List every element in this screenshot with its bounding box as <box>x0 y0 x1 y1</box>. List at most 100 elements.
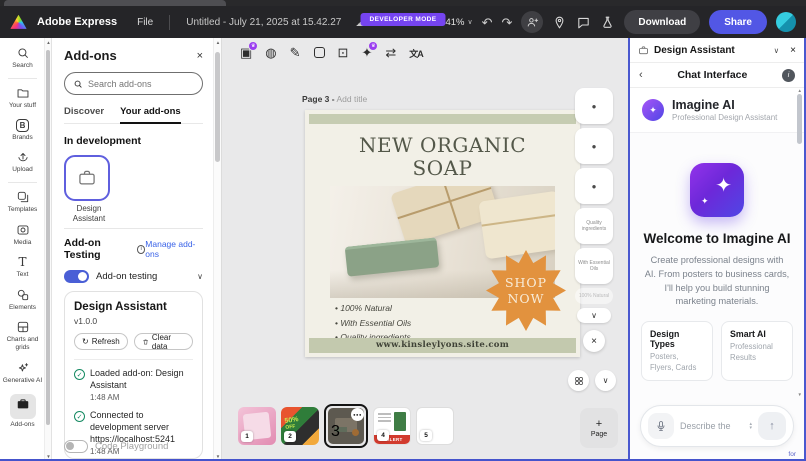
draw-button[interactable]: ✎ <box>290 46 301 59</box>
in-development-heading: In development <box>64 135 142 147</box>
undo-button[interactable]: ↶ <box>482 16 493 29</box>
page-thumbnail-4[interactable]: E ALERT 4 <box>373 407 411 445</box>
beaker-icon[interactable] <box>600 15 615 30</box>
zoom-level: 41% <box>445 16 465 28</box>
bullet-item[interactable]: With Essential Oils <box>335 316 411 331</box>
close-tiles-button[interactable]: × <box>583 330 605 352</box>
file-menu[interactable]: File <box>137 17 153 28</box>
addons-search-input[interactable] <box>88 78 194 89</box>
design-assistant-tile[interactable] <box>64 155 110 201</box>
sidebar-item-add-ons[interactable]: Add-ons <box>0 390 45 434</box>
translate-button[interactable]: 文A <box>409 46 423 59</box>
page-thumbnail-3-selected[interactable]: ●●● 3 <box>324 404 368 448</box>
effects-button[interactable]: ✦ ♛ <box>361 41 379 59</box>
panel-scrollbar[interactable]: ▲ ▼ <box>213 38 221 461</box>
sidebar-item-media[interactable]: Media <box>0 219 45 252</box>
invite-collaborator-button[interactable] <box>521 11 544 33</box>
chat-input-bar[interactable]: ▴ ▾ ↑ <box>640 405 794 447</box>
location-pin-icon[interactable] <box>552 15 567 30</box>
sidebar-item-search[interactable]: Search <box>0 42 45 75</box>
remove-background-button[interactable]: ◍ <box>265 46 276 59</box>
scroll-up-icon[interactable]: ▲ <box>214 40 222 45</box>
footer-link[interactable]: for <box>788 451 796 458</box>
poster-top-band[interactable] <box>309 114 576 124</box>
generate-media-button[interactable]: ▣ ♛ <box>240 41 259 59</box>
sidebar-item-generative-ai[interactable]: Generative AI <box>0 357 45 390</box>
topbar-actions: 41% ∨ ↶ ↷ Download Share <box>445 10 796 34</box>
layer-tile[interactable]: ● <box>575 168 613 204</box>
page-label[interactable]: Page 3 - Add title <box>302 94 367 104</box>
sidebar-item-brands[interactable]: B Brands <box>0 115 45 147</box>
addons-search[interactable] <box>64 72 203 95</box>
sidebar-item-elements[interactable]: Elements <box>0 284 45 317</box>
poster-website-band[interactable]: www.kinsleylyons.site.com <box>309 338 576 353</box>
addon-version: v1.0.0 <box>74 316 98 326</box>
upload-icon <box>17 153 28 162</box>
adobe-express-logo[interactable] <box>10 14 27 29</box>
scrollbar-thumb[interactable] <box>215 52 220 162</box>
resize-stepper[interactable]: ▴ ▾ <box>749 421 752 431</box>
close-panel-button[interactable]: × <box>197 50 203 62</box>
pages-bar: 1 50% OFF 2 ●●● 3 E ALERT 4 5 <box>238 404 454 448</box>
sidebar-item-text[interactable]: T Text <box>0 252 45 284</box>
addon-testing-toggle[interactable] <box>64 270 89 283</box>
feature-card-design-types[interactable]: Design Types Posters, Flyers, Cards <box>641 321 713 382</box>
layer-tile[interactable]: ● <box>575 88 613 124</box>
share-button[interactable]: Share <box>709 10 767 34</box>
info-icon[interactable]: i <box>136 244 146 254</box>
sidebar-item-your-stuff[interactable]: Your stuff <box>0 82 45 115</box>
refresh-button[interactable]: ↻ Refresh <box>74 333 128 350</box>
insert-image-button[interactable]: ⊡ <box>338 46 349 59</box>
page-thumbnail-5[interactable]: 5 <box>416 407 454 445</box>
scroll-up-icon[interactable]: ▲ <box>45 40 52 45</box>
zoom-control[interactable]: 41% ∨ <box>445 17 472 28</box>
layer-tile[interactable]: ● <box>575 128 613 164</box>
sidebar-item-upload[interactable]: Upload <box>0 146 45 179</box>
clear-data-button[interactable]: Clear data <box>133 333 193 351</box>
feature-card-smart-ai[interactable]: Smart AI Professional Results <box>721 321 793 382</box>
add-ons-panel: Add-ons × Discover Your add-ons In devel… <box>52 38 222 461</box>
manage-add-ons-link[interactable]: Manage add-ons <box>145 239 203 259</box>
chevron-down-icon[interactable]: ∨ <box>197 272 203 281</box>
bullet-item[interactable]: 100% Natural <box>335 301 411 316</box>
code-playground-toggle[interactable] <box>64 440 88 453</box>
comment-icon[interactable] <box>576 15 591 30</box>
scroll-down-icon[interactable]: ▼ <box>798 392 802 397</box>
tab-discover[interactable]: Discover <box>64 106 104 117</box>
download-button[interactable]: Download <box>624 10 701 34</box>
layer-tile[interactable]: 100% Natural <box>575 288 613 304</box>
microphone-button[interactable] <box>648 413 674 439</box>
poster-title[interactable]: NEW ORGANIC SOAP <box>305 133 580 180</box>
design-assistant-tile-label: Design Assistant <box>72 204 106 223</box>
info-badge[interactable]: i <box>782 68 795 82</box>
user-avatar[interactable] <box>776 12 796 32</box>
shape-button[interactable] <box>313 47 325 58</box>
close-assistant-button[interactable]: × <box>790 45 796 56</box>
layer-tile[interactable]: Quality ingredients <box>575 208 613 244</box>
page-thumbnail-2[interactable]: 50% OFF 2 <box>281 407 319 445</box>
scrollbar-thumb[interactable] <box>46 50 50 425</box>
redo-button[interactable]: ↷ <box>502 16 513 29</box>
grid-view-button[interactable] <box>568 370 589 391</box>
resize-button[interactable]: ⇄ <box>385 46 396 59</box>
document-title[interactable]: Untitled - July 21, 2025 at 15.42.27 <box>186 17 341 28</box>
scroll-up-icon[interactable]: ▲ <box>798 88 802 93</box>
rail-scrollbar[interactable]: ▲ ▼ <box>44 38 51 461</box>
tab-your-add-ons[interactable]: Your add-ons <box>120 106 181 124</box>
send-button[interactable]: ↑ <box>758 412 786 440</box>
chat-message-input[interactable] <box>680 421 744 431</box>
scrollbar-thumb[interactable] <box>797 94 802 144</box>
artboard-page-3[interactable]: NEW ORGANIC SOAP SHOP NOW 100% Natural W… <box>305 110 580 357</box>
collapse-pages-button[interactable]: ∨ <box>595 370 616 391</box>
add-page-button[interactable]: + Page <box>580 408 618 448</box>
sidebar-item-charts-grids[interactable]: Charts and grids <box>0 316 45 357</box>
page-thumbnail-1[interactable]: 1 <box>238 407 276 445</box>
expand-tiles-button[interactable]: ∨ <box>577 308 611 323</box>
layer-tile[interactable]: With Essential Oils <box>575 248 613 284</box>
collapse-panel-button[interactable]: ∨ <box>774 46 780 55</box>
generative-ai-icon <box>18 363 28 372</box>
sidebar-item-templates[interactable]: Templates <box>0 186 45 219</box>
thumbnail-menu-button[interactable]: ●●● <box>351 408 364 421</box>
bot-name: Imagine AI <box>672 98 735 112</box>
addons-tabs: Discover Your add-ons <box>64 106 203 124</box>
